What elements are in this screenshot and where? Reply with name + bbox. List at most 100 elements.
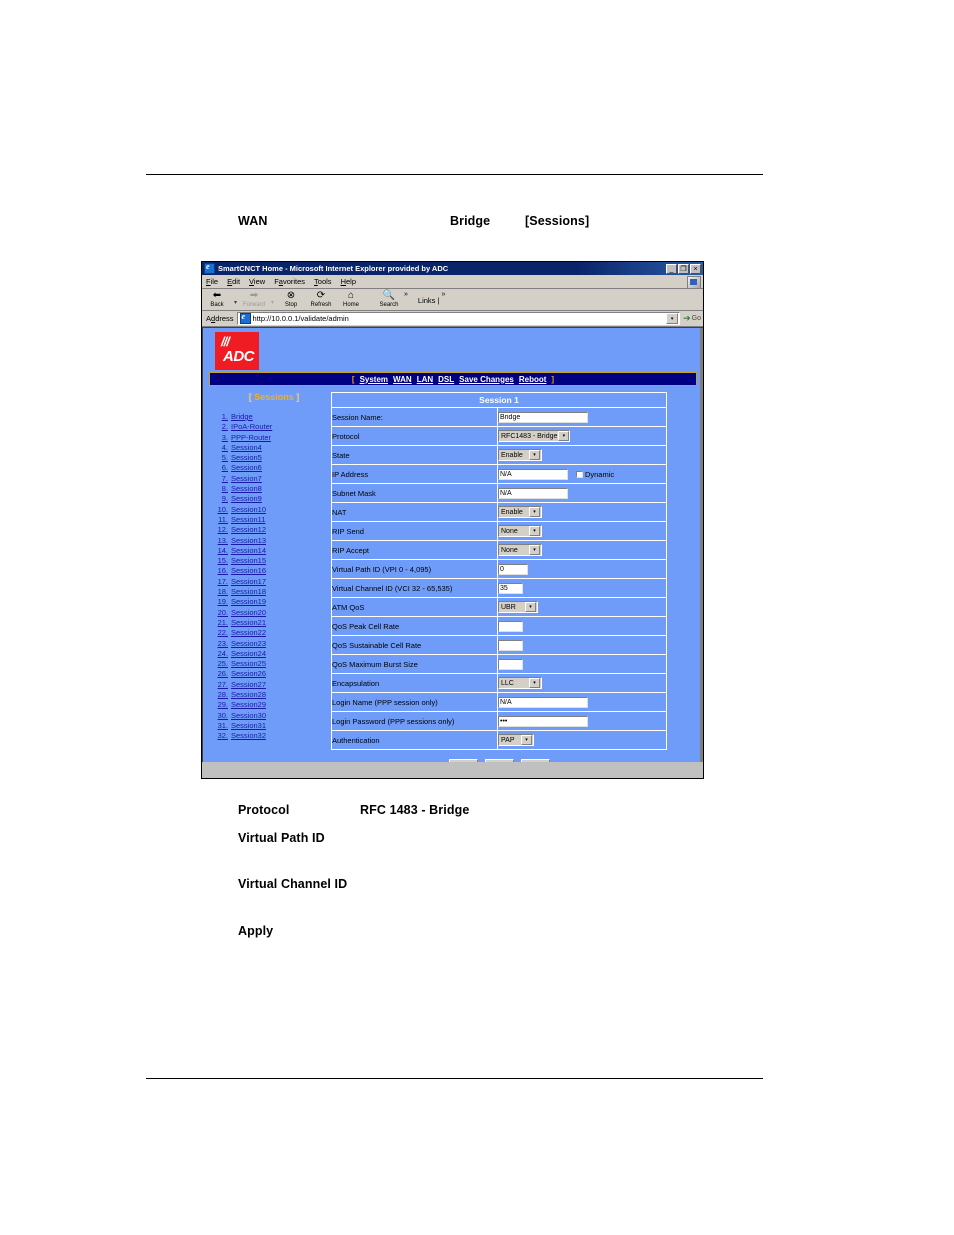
protocol-select[interactable]: RFC1483 - Bridge ▾ [498,430,570,442]
session-index[interactable]: 26. [211,669,231,679]
menu-item-favorites[interactable]: Favorites [274,277,305,286]
session-link[interactable]: Session25 [231,659,266,669]
list-item[interactable]: 32. Session32 [211,731,331,741]
adc-logo[interactable]: /// ADC [215,332,259,370]
session-link[interactable]: Session28 [231,690,266,700]
go-button[interactable]: ➔ Go [683,313,701,324]
session-link[interactable]: Session18 [231,587,266,597]
nav-item-reboot[interactable]: Reboot [519,375,547,384]
maximize-button[interactable]: ❐ [678,263,689,274]
session-link[interactable]: Session26 [231,669,266,679]
stop-button[interactable]: ⊗ Stop [276,290,306,309]
list-item[interactable]: 22. Session22 [211,628,331,638]
nav-item-dsl[interactable]: DSL [438,375,454,384]
vpi-input[interactable] [498,563,528,575]
session-link[interactable]: Session23 [231,639,266,649]
list-item[interactable]: 10. Session10 [211,505,331,515]
list-item[interactable]: 16. Session16 [211,566,331,576]
session-link[interactable]: Session19 [231,597,266,607]
address-input[interactable]: http://10.0.0.1/validate/admin ▾ [236,312,681,325]
reset-button[interactable]: Reset [484,759,514,762]
session-link[interactable]: Session15 [231,556,266,566]
session-link[interactable]: Session11 [231,515,265,525]
session-index[interactable]: 11. [211,515,231,525]
list-item[interactable]: 15. Session15 [211,556,331,566]
list-item[interactable]: 27. Session27 [211,680,331,690]
home-button[interactable]: ⌂ Home [336,290,366,309]
session-link[interactable]: Session4 [231,443,262,453]
nat-select[interactable]: Enable ▾ [498,506,542,518]
nav-item-wan[interactable]: WAN [393,375,412,384]
session-index[interactable]: 13. [211,536,231,546]
session-index[interactable]: 29. [211,700,231,710]
session-index[interactable]: 14. [211,546,231,556]
session-link[interactable]: Session20 [231,608,266,618]
nav-item-system[interactable]: System [360,375,388,384]
list-item[interactable]: 18. Session18 [211,587,331,597]
list-item[interactable]: 5. Session5 [211,453,331,463]
list-item[interactable]: 4. Session4 [211,443,331,453]
session-index[interactable]: 7. [211,474,231,484]
nav-item-lan[interactable]: LAN [417,375,433,384]
session-index[interactable]: 9. [211,494,231,504]
list-item[interactable]: 6. Session6 [211,463,331,473]
session-link[interactable]: Session13 [231,536,266,546]
dynamic-checkbox[interactable] [575,470,583,478]
session-index[interactable]: 16. [211,566,231,576]
session-link[interactable]: Session14 [231,546,266,556]
session-index[interactable]: 20. [211,608,231,618]
session-link[interactable]: Session30 [231,711,266,721]
session-index[interactable]: 30. [211,711,231,721]
menu-item-file[interactable]: File [206,277,218,286]
menu-item-view[interactable]: View [249,277,265,286]
session-link[interactable]: Session7 [231,474,262,484]
list-item[interactable]: 1. Bridge [211,412,331,422]
peak-cell-rate-input[interactable] [498,620,523,632]
session-index[interactable]: 12. [211,525,231,535]
session-index[interactable]: 24. [211,649,231,659]
session-link[interactable]: Bridge [231,412,253,422]
list-item[interactable]: 23. Session23 [211,639,331,649]
session-link[interactable]: PPP-Router [231,433,271,443]
session-link[interactable]: Session24 [231,649,266,659]
login-name-input[interactable] [498,696,588,708]
max-burst-size-input[interactable] [498,658,523,670]
session-index[interactable]: 27. [211,680,231,690]
list-item[interactable]: 8. Session8 [211,484,331,494]
vci-input[interactable] [498,582,523,594]
subnet-mask-input[interactable] [498,487,568,499]
sustainable-cell-rate-input[interactable] [498,639,523,651]
session-link[interactable]: Session16 [231,566,266,576]
menu-item-help[interactable]: Help [341,277,356,286]
list-item[interactable]: 20. Session20 [211,608,331,618]
session-name-input[interactable] [498,411,588,423]
list-item[interactable]: 30. Session30 [211,711,331,721]
list-item[interactable]: 31. Session31 [211,721,331,731]
session-index[interactable]: 10. [211,505,231,515]
session-link[interactable]: Session17 [231,577,266,587]
state-select[interactable]: Enable ▾ [498,449,542,461]
login-password-input[interactable] [498,715,588,727]
session-index[interactable]: 8. [211,484,231,494]
apply-button[interactable]: Apply [448,759,478,762]
session-index[interactable]: 23. [211,639,231,649]
session-index[interactable]: 19. [211,597,231,607]
session-link[interactable]: Session6 [231,463,262,473]
forward-history-dropdown-icon[interactable]: ▾ [269,299,276,306]
list-item[interactable]: 7. Session7 [211,474,331,484]
list-item[interactable]: 25. Session25 [211,659,331,669]
session-index[interactable]: 21. [211,618,231,628]
minimize-button[interactable]: _ [666,263,677,274]
session-index[interactable]: 32. [211,731,231,741]
delete-button[interactable]: Delete [520,759,550,762]
session-link[interactable]: Session31 [231,721,266,731]
address-dropdown-icon[interactable]: ▾ [666,313,679,324]
session-index[interactable]: 31. [211,721,231,731]
rip-accept-select[interactable]: None ▾ [498,544,542,556]
session-index[interactable]: 28. [211,690,231,700]
session-index[interactable]: 22. [211,628,231,638]
list-item[interactable]: 19. Session19 [211,597,331,607]
links-bar-label[interactable]: Links | [416,296,442,305]
list-item[interactable]: 21. Session21 [211,618,331,628]
session-link[interactable]: Session27 [231,680,266,690]
